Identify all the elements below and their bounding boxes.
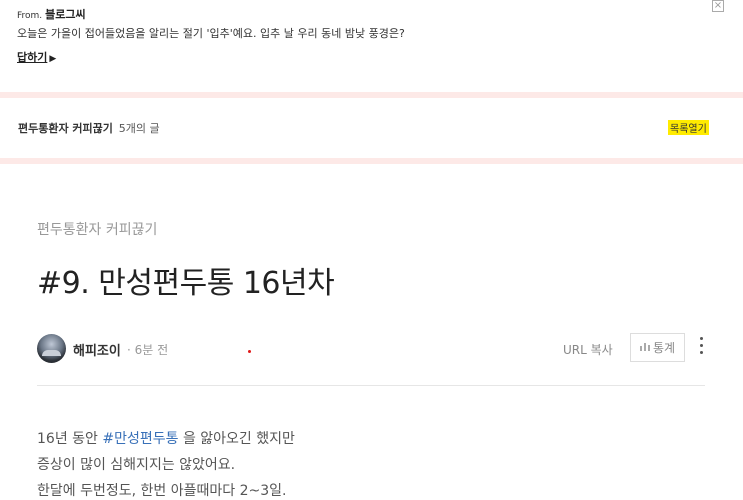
series-title[interactable]: 편두통환자 커피끊기 5개의 글 (18, 120, 160, 136)
body-line-3: 한달에 두번정도, 한번 아플때마다 2~3일. (37, 483, 287, 499)
post-category[interactable]: 편두통환자 커피끊기 (37, 219, 157, 239)
author-name[interactable]: 해피조이 (73, 340, 121, 359)
from-line: From. 블로그씨 (17, 6, 86, 22)
body-text: 을 앓아오긴 했지만 (178, 431, 295, 447)
open-list-button[interactable]: 목록열기 (668, 120, 709, 135)
header-divider (37, 385, 705, 386)
hashtag-link[interactable]: #만성편두통 (102, 431, 178, 447)
body-text: 16년 동안 (37, 431, 103, 447)
reply-link[interactable]: 답하기 ▶ (17, 49, 56, 65)
body-line-2: 증상이 많이 심해지지는 않았어요. (37, 457, 236, 473)
series-name: 편두통환자 커피끊기 (18, 122, 113, 135)
notice-message: 오늘은 가을이 접어들었음을 알리는 절기 '입추'예요. 입추 날 우리 동네… (17, 27, 405, 40)
stats-label: 통계 (652, 341, 676, 355)
play-arrow-icon: ▶ (49, 54, 57, 64)
more-options-icon[interactable] (697, 337, 705, 359)
divider-band (0, 158, 743, 164)
avatar[interactable] (37, 334, 66, 363)
blog-prompt-notice: From. 블로그씨 오늘은 가을이 접어들었음을 알리는 절기 '입추'예요. … (0, 0, 743, 92)
red-dot (248, 350, 251, 353)
body-line-1: 16년 동안 #만성편두통 을 앓아오긴 했지만 (37, 428, 295, 448)
from-prefix: From. (17, 11, 43, 21)
stats-button[interactable]: 통계 (630, 333, 685, 362)
close-icon[interactable]: × (712, 0, 724, 12)
reply-label: 답하기 (17, 51, 48, 64)
post-time: · 6분 전 (127, 343, 169, 357)
bar-chart-icon (639, 342, 650, 354)
series-count: 5개의 글 (118, 122, 160, 135)
from-name: 블로그씨 (45, 8, 86, 21)
post-title: #9. 만성편두통 16년차 (37, 266, 335, 301)
series-bar: 편두통환자 커피끊기 5개의 글 목록열기 (0, 98, 743, 158)
url-copy-button[interactable]: URL 복사 (563, 341, 613, 358)
